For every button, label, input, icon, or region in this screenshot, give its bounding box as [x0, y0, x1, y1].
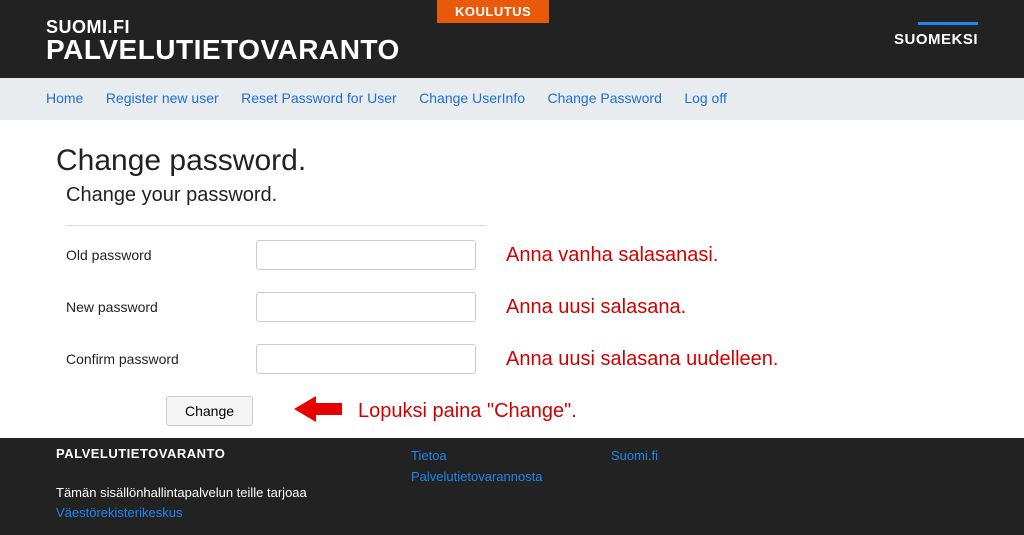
row-confirm-password: Confirm password Anna uusi salasana uude… — [66, 344, 486, 374]
change-button[interactable]: Change — [166, 396, 253, 426]
footer-desc: Tämän sisällönhallintapalvelun teille ta… — [56, 483, 411, 522]
footer: PALVELUTIETOVARANTO Tämän sisällönhallin… — [0, 438, 1024, 535]
nav-changepw[interactable]: Change Password — [547, 90, 661, 106]
arrow-left-icon — [294, 394, 342, 429]
change-password-form: Old password Anna vanha salasanasi. New … — [66, 225, 486, 426]
footer-desc-text: Tämän sisällönhallintapalvelun teille ta… — [56, 485, 307, 500]
brand: SUOMI.FI PALVELUTIETOVARANTO — [46, 18, 400, 64]
navbar: Home Register new user Reset Password fo… — [0, 78, 1024, 120]
footer-link-ptv[interactable]: Palvelutietovarannosta — [411, 469, 543, 484]
nav-reset[interactable]: Reset Password for User — [241, 90, 397, 106]
hint-confirm-password: Anna uusi salasana uudelleen. — [506, 348, 778, 371]
page-title: Change password. — [56, 144, 968, 178]
nav-home[interactable]: Home — [46, 90, 83, 106]
input-confirm-password[interactable] — [256, 344, 476, 374]
footer-col-links-1: Tietoa Palvelutietovarannosta — [411, 446, 611, 535]
footer-link-tietoa[interactable]: Tietoa — [411, 448, 447, 463]
nav-logoff[interactable]: Log off — [684, 90, 727, 106]
footer-col-brand: PALVELUTIETOVARANTO Tämän sisällönhallin… — [56, 446, 411, 535]
footer-vrk-link[interactable]: Väestörekisterikeskus — [56, 505, 182, 520]
label-old-password: Old password — [66, 247, 256, 263]
label-new-password: New password — [66, 299, 256, 315]
footer-col-links-2: Suomi.fi — [611, 446, 791, 535]
label-confirm-password: Confirm password — [66, 351, 256, 367]
hint-button: Lopuksi paina "Change". — [358, 400, 577, 423]
row-old-password: Old password Anna vanha salasanasi. — [66, 240, 486, 270]
hint-new-password: Anna uusi salasana. — [506, 296, 686, 319]
arrow-annotation: Lopuksi paina "Change". — [294, 394, 577, 429]
content: Change password. Change your password. O… — [0, 120, 1024, 426]
input-old-password[interactable] — [256, 240, 476, 270]
language-switch[interactable]: SUOMEKSI — [894, 22, 978, 49]
env-tab-koulutus: KOULUTUS — [437, 0, 549, 23]
row-new-password: New password Anna uusi salasana. — [66, 292, 486, 322]
hint-old-password: Anna vanha salasanasi. — [506, 244, 718, 267]
input-new-password[interactable] — [256, 292, 476, 322]
nav-register[interactable]: Register new user — [106, 90, 219, 106]
footer-link-suomifi[interactable]: Suomi.fi — [611, 448, 658, 463]
topbar: KOULUTUS SUOMI.FI PALVELUTIETOVARANTO SU… — [0, 0, 1024, 78]
page-subtitle: Change your password. — [66, 184, 968, 207]
row-submit: Change Lopuksi paina "Change". — [166, 396, 486, 426]
nav-userinfo[interactable]: Change UserInfo — [419, 90, 525, 106]
footer-brand: PALVELUTIETOVARANTO — [56, 446, 411, 461]
lang-indicator-bar — [918, 22, 978, 25]
lang-label: SUOMEKSI — [894, 31, 978, 48]
brand-big: PALVELUTIETOVARANTO — [46, 36, 400, 64]
